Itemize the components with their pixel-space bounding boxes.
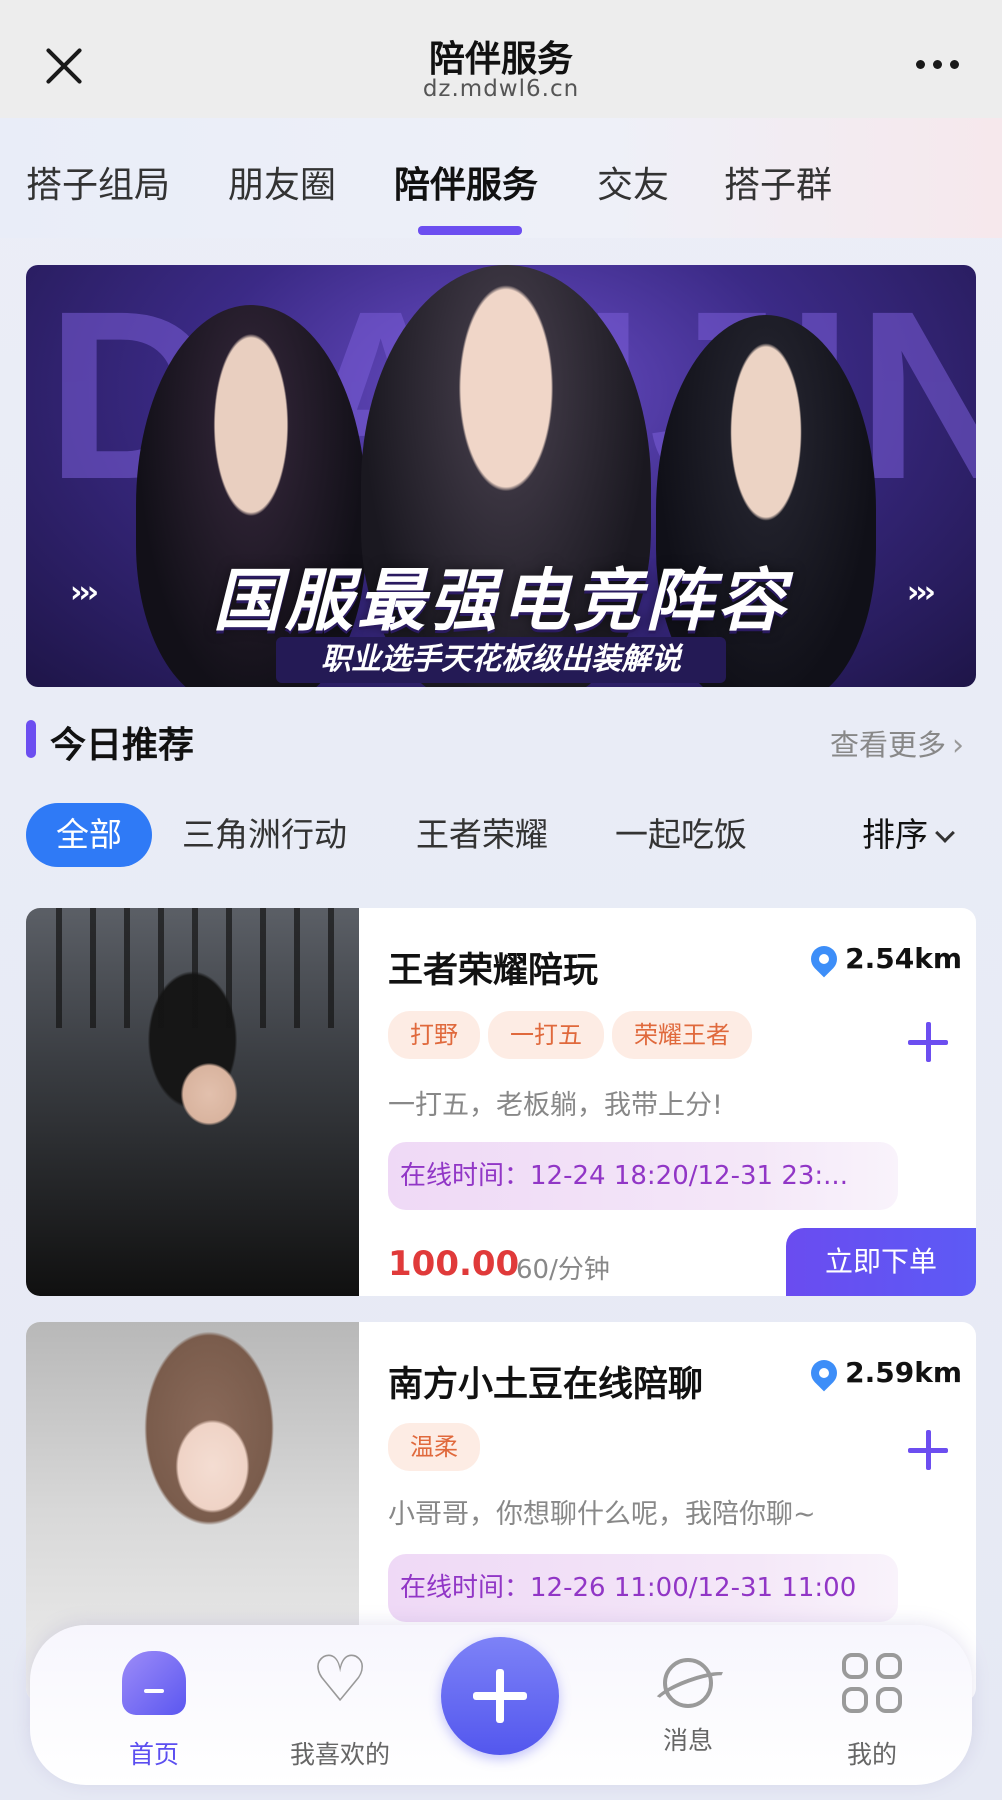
- page-title: 陪伴服务: [428, 39, 573, 80]
- sort-label: 排序: [862, 815, 928, 854]
- filter-chip-eat-together[interactable]: 一起吃饭: [615, 803, 747, 867]
- home-icon: [122, 1651, 186, 1715]
- tag: 温柔: [388, 1423, 480, 1471]
- top-bar: 陪伴服务 dz.mdwl6.cn: [0, 0, 1002, 118]
- card-title: 南方小土豆在线陪聊: [388, 1365, 704, 1405]
- distance-value: 2.54km: [845, 942, 962, 975]
- tab-dazi-zuju[interactable]: 搭子组局: [26, 156, 170, 208]
- nav-favorites[interactable]: 我喜欢的: [270, 1643, 410, 1771]
- tab-pengyouquan[interactable]: 朋友圈: [228, 156, 336, 208]
- add-icon[interactable]: [908, 1022, 948, 1062]
- see-more-label: 查看更多: [829, 728, 946, 762]
- grid-icon: [840, 1651, 904, 1715]
- banner-headline: 国服最强电竞阵容: [212, 562, 789, 641]
- category-tabs: 搭子组局 朋友圈 陪伴服务 交友 搭子群: [0, 118, 1002, 238]
- sort-button[interactable]: 排序: [862, 803, 955, 867]
- tab-jiaoyou[interactable]: 交友: [597, 156, 669, 208]
- banner-chevrons-right: ›››: [906, 575, 936, 610]
- promo-banner[interactable]: DIANJING ››› 国服最强电竞阵容 ››› 职业选手天花板级出装解说: [26, 265, 976, 687]
- nav-profile[interactable]: 我的: [802, 1651, 942, 1771]
- heart-icon: [308, 1643, 372, 1717]
- price-unit: 60/分钟: [516, 1255, 610, 1285]
- nav-label: 我喜欢的: [289, 1740, 390, 1769]
- tag: 一打五: [488, 1011, 604, 1059]
- banner-subtitle: 职业选手天花板级出装解说: [276, 637, 726, 683]
- tab-peiban-fuwu[interactable]: 陪伴服务: [394, 156, 538, 208]
- tag: 荣耀王者: [612, 1011, 752, 1059]
- card-distance: 2.59km: [805, 1354, 962, 1392]
- tab-dazi-qun[interactable]: 搭子群: [724, 156, 832, 208]
- card-description: 小哥哥，你想聊什么呢，我陪你聊~: [388, 1499, 816, 1530]
- nav-home[interactable]: 首页: [84, 1651, 224, 1771]
- chevron-down-icon: [935, 823, 955, 843]
- order-now-button[interactable]: 立即下单: [786, 1228, 976, 1296]
- tag-list: 打野 一打五 荣耀王者: [388, 1011, 760, 1059]
- chevron-right-icon: ›: [952, 728, 964, 763]
- section-accent-bar: [26, 720, 36, 758]
- location-pin-icon: [805, 1354, 843, 1392]
- distance-value: 2.59km: [845, 1356, 962, 1389]
- nav-label: 首页: [128, 1740, 179, 1769]
- card-title: 王者荣耀陪玩: [388, 951, 599, 991]
- service-card[interactable]: 王者荣耀陪玩 2.54km 打野 一打五 荣耀王者 一打五，老板躺，我带上分! 在线…: [26, 908, 976, 1296]
- tag: 打野: [388, 1011, 480, 1059]
- card-distance: 2.54km: [805, 940, 962, 978]
- planet-icon: [663, 1658, 713, 1708]
- online-time: 在线时间：12-26 11:00/12-31 11:00: [388, 1554, 898, 1622]
- active-tab-indicator: [418, 226, 522, 235]
- price: 100.00: [388, 1244, 520, 1284]
- create-plus-button[interactable]: [441, 1637, 559, 1755]
- filter-chip-delta-force[interactable]: 三角洲行动: [182, 803, 347, 867]
- location-pin-icon: [805, 940, 843, 978]
- section-title: 今日推荐: [50, 725, 195, 766]
- tag-list: 温柔: [388, 1423, 488, 1471]
- add-icon[interactable]: [908, 1430, 948, 1470]
- filter-chip-honor-of-kings[interactable]: 王者荣耀: [416, 803, 548, 867]
- see-more-link[interactable]: 查看更多 ›: [830, 722, 964, 764]
- nav-label: 消息: [662, 1726, 713, 1755]
- more-icon[interactable]: [916, 60, 960, 70]
- nav-messages[interactable]: 消息: [618, 1651, 758, 1757]
- nav-label: 我的: [846, 1740, 897, 1769]
- page-domain: dz.mdwl6.cn: [422, 76, 580, 102]
- card-photo[interactable]: [26, 908, 359, 1296]
- online-time: 在线时间：12-24 18:20/12-31 23:...: [388, 1142, 898, 1210]
- bottom-navigation: 首页 我喜欢的 消息 我的: [30, 1625, 972, 1785]
- filter-chip-all[interactable]: 全部: [26, 803, 152, 867]
- card-description: 一打五，老板躺，我带上分!: [388, 1090, 723, 1121]
